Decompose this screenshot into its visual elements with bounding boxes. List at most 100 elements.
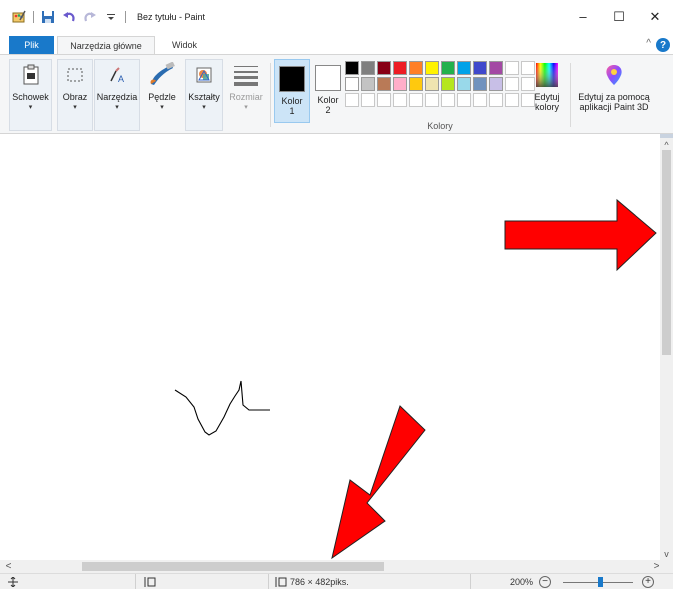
status-separator	[470, 574, 471, 589]
palette-color-swatch[interactable]	[489, 61, 503, 75]
save-icon[interactable]	[41, 10, 55, 24]
color1-button[interactable]: Kolor 1	[274, 59, 310, 123]
palette-custom-slot[interactable]	[377, 93, 391, 107]
minimize-button[interactable]: –	[565, 0, 601, 33]
customize-qat-dropdown-icon[interactable]	[104, 10, 118, 24]
palette-color-swatch[interactable]	[361, 77, 375, 91]
scroll-down-icon[interactable]: v	[660, 547, 673, 560]
drawing-canvas[interactable]	[0, 134, 660, 560]
tools-label: Narzędzia	[96, 92, 138, 102]
select-icon	[60, 61, 90, 89]
vertical-scroll-thumb[interactable]	[662, 150, 671, 355]
colors-group-label: Kolory	[427, 121, 453, 131]
tools-button[interactable]: A Narzędzia ▾	[94, 59, 140, 123]
ribbon: Schowek ▾ Obraz ▾ A Narzędzia ▾ Pędzle ▾…	[0, 54, 673, 134]
clipboard-dropdown-icon: ▾	[28, 104, 33, 111]
undo-icon[interactable]	[62, 10, 76, 24]
palette-color-swatch[interactable]	[425, 61, 439, 75]
image-label: Obraz	[62, 92, 88, 102]
palette-color-swatch[interactable]	[345, 77, 359, 91]
tab-home[interactable]: Narzędzia główne	[57, 36, 155, 54]
color2-button[interactable]: Kolor 2	[310, 59, 346, 123]
canvas-drawing	[174, 198, 657, 560]
palette-color-swatch[interactable]	[393, 77, 407, 91]
quick-access-toolbar: Bez tytułu - Paint	[0, 0, 205, 33]
palette-color-swatch[interactable]	[489, 77, 503, 91]
palette-color-swatch[interactable]	[441, 77, 455, 91]
palette-custom-slot[interactable]	[457, 93, 471, 107]
window-title: Bez tytułu - Paint	[137, 11, 206, 22]
palette-color-swatch[interactable]	[345, 61, 359, 75]
palette-color-swatch[interactable]	[361, 61, 375, 75]
brushes-label: Pędzle	[148, 92, 176, 102]
redo-icon[interactable]	[83, 10, 97, 24]
zoom-in-button[interactable]: +	[642, 576, 654, 588]
palette-custom-slot[interactable]	[505, 61, 519, 75]
paint-app-icon[interactable]	[12, 10, 26, 24]
edit-colors-label: Edytuj kolory	[534, 92, 560, 112]
canvas-size-text: 786 × 482piks.	[290, 577, 349, 587]
palette-custom-slot[interactable]	[473, 93, 487, 107]
image-button[interactable]: Obraz ▾	[57, 59, 93, 123]
edit-colors-button[interactable]: Edytuj kolory	[530, 59, 564, 123]
color2-swatch	[315, 65, 341, 91]
palette-color-swatch[interactable]	[409, 77, 423, 91]
size-dropdown-icon: ▾	[244, 104, 248, 111]
ribbon-divider	[570, 63, 571, 127]
palette-color-swatch[interactable]	[457, 77, 471, 91]
shapes-button[interactable]: Kształty ▾	[185, 59, 223, 123]
shapes-label: Kształty	[188, 92, 220, 102]
zoom-out-button[interactable]: −	[539, 576, 551, 588]
scroll-right-icon[interactable]: >	[650, 560, 663, 573]
palette-color-swatch[interactable]	[377, 77, 391, 91]
palette-custom-slot[interactable]	[505, 77, 519, 91]
horizontal-scrollbar[interactable]: < >	[0, 560, 673, 573]
palette-color-swatch[interactable]	[409, 61, 423, 75]
palette-custom-slot[interactable]	[505, 93, 519, 107]
tools-icon: A	[102, 61, 132, 89]
canvas-size-icon	[275, 577, 287, 587]
palette-color-swatch[interactable]	[393, 61, 407, 75]
palette-color-swatch[interactable]	[457, 61, 471, 75]
red-arrow-down-icon	[331, 405, 426, 560]
paint3d-label: Edytuj za pomocą aplikacji Paint 3D	[578, 92, 650, 112]
shapes-icon	[189, 61, 219, 89]
close-button[interactable]: ✕	[637, 0, 673, 33]
clipboard-label: Schowek	[12, 92, 49, 102]
window-controls: – ☐ ✕	[565, 0, 673, 33]
cursor-position-icon	[8, 576, 18, 588]
zoom-level: 200%	[510, 577, 534, 587]
palette-color-swatch[interactable]	[377, 61, 391, 75]
ribbon-tabs: Plik Narzędzia główne Widok ^ ?	[0, 36, 673, 54]
palette-custom-slot[interactable]	[361, 93, 375, 107]
ribbon-divider	[270, 63, 271, 127]
palette-color-swatch[interactable]	[473, 77, 487, 91]
maximize-button[interactable]: ☐	[601, 0, 637, 33]
palette-custom-slot[interactable]	[489, 93, 503, 107]
paint3d-button[interactable]: Edytuj za pomocą aplikacji Paint 3D	[572, 59, 656, 123]
palette-custom-slot[interactable]	[345, 93, 359, 107]
palette-color-swatch[interactable]	[473, 61, 487, 75]
tab-file[interactable]: Plik	[9, 36, 54, 54]
color-palette	[345, 61, 535, 107]
paint3d-icon	[599, 61, 629, 89]
tab-view[interactable]: Widok	[162, 36, 207, 54]
palette-custom-slot[interactable]	[409, 93, 423, 107]
vertical-scrollbar[interactable]: ^ v	[660, 138, 673, 560]
palette-color-swatch[interactable]	[425, 77, 439, 91]
collapse-ribbon-icon[interactable]: ^	[646, 38, 651, 49]
freehand-stroke	[174, 380, 270, 436]
scroll-left-icon[interactable]: <	[2, 560, 15, 573]
brushes-button[interactable]: Pędzle ▾	[142, 59, 182, 123]
clipboard-button[interactable]: Schowek ▾	[9, 59, 52, 123]
selection-size-icon	[144, 576, 156, 588]
palette-custom-slot[interactable]	[425, 93, 439, 107]
palette-custom-slot[interactable]	[393, 93, 407, 107]
horizontal-scroll-thumb[interactable]	[82, 562, 384, 571]
size-button[interactable]: Rozmiar ▾	[226, 59, 266, 123]
help-icon[interactable]: ?	[656, 38, 670, 52]
palette-custom-slot[interactable]	[441, 93, 455, 107]
brushes-dropdown-icon: ▾	[160, 104, 164, 111]
palette-color-swatch[interactable]	[441, 61, 455, 75]
zoom-slider-thumb[interactable]	[598, 577, 603, 587]
